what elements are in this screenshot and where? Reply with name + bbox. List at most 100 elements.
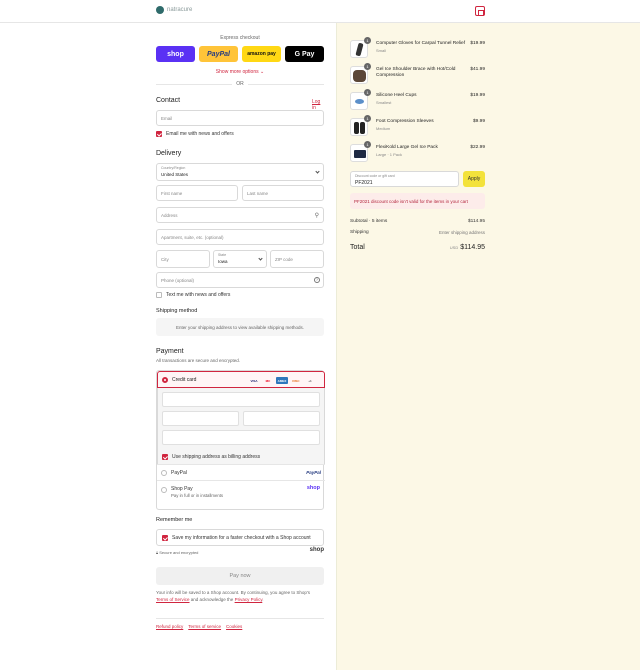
save-info-label: Save my information for a faster checkou… xyxy=(172,535,311,541)
currency-code: USD xyxy=(449,245,459,250)
item-price: $19.99 xyxy=(470,93,485,98)
quantity-badge: 1 xyxy=(364,89,371,96)
remember-box: Save my information for a faster checkou… xyxy=(156,529,324,546)
email-news-label: Email me with news and offers xyxy=(166,131,234,137)
shop-pay-radio[interactable] xyxy=(161,487,167,493)
chevron-down-icon: ⌄ xyxy=(260,69,265,75)
shop-pay-logo: shop xyxy=(306,485,320,491)
privacy-link[interactable]: Privacy Policy xyxy=(235,597,263,602)
country-select[interactable]: Country/Region United States xyxy=(156,163,324,181)
last-name-placeholder: Last name xyxy=(247,190,269,196)
address-field[interactable]: Address ⚲ xyxy=(156,207,324,223)
item-variant: Large · 1 Pack xyxy=(376,152,403,157)
item-price: $19.99 xyxy=(470,41,485,46)
paypal-radio[interactable] xyxy=(161,470,167,476)
apartment-placeholder: Apartment, suite, etc. (optional) xyxy=(161,234,224,240)
credit-card-radio[interactable] xyxy=(162,377,168,383)
billing-row: Use shipping address as billing address xyxy=(157,450,325,464)
legal-text: Your info will be saved to a Shop accoun… xyxy=(156,589,324,603)
email-field[interactable]: Email xyxy=(156,110,324,126)
search-icon: ⚲ xyxy=(314,213,319,219)
subtotal-value: $114.95 xyxy=(468,219,485,224)
paypal-option[interactable]: PayPal PayPal xyxy=(157,464,325,480)
item-variant: Medium xyxy=(376,126,391,131)
zip-field[interactable]: ZIP code xyxy=(270,250,324,268)
card-number-field[interactable] xyxy=(162,392,320,407)
first-name-field[interactable]: First name xyxy=(156,185,238,201)
subtotal-row: Subtotal · 5 items $114.95 xyxy=(350,219,485,224)
store-logo[interactable]: natracure xyxy=(156,6,192,14)
city-placeholder: City xyxy=(161,256,169,262)
save-info-checkbox[interactable] xyxy=(162,535,168,541)
payment-subtitle: All transactions are secure and encrypte… xyxy=(156,358,241,363)
order-summary: 1 Computer Gloves for Carpal Tunnel Reli… xyxy=(336,23,640,670)
name-on-card-field[interactable] xyxy=(162,430,320,445)
cart-bag-icon[interactable] xyxy=(475,6,485,16)
help-icon[interactable]: ? xyxy=(314,277,320,283)
contact-heading: Contact xyxy=(156,97,181,104)
state-select[interactable]: State Iowa xyxy=(213,250,267,268)
country-value: United States xyxy=(161,172,189,177)
subtotal-label: Subtotal · 5 items xyxy=(350,219,388,224)
mastercard-icon: MC xyxy=(265,378,271,383)
country-label: Country/Region xyxy=(161,166,186,170)
refund-policy-link[interactable]: Refund policy xyxy=(156,624,183,629)
city-field[interactable]: City xyxy=(156,250,210,268)
discount-error: PF2021 discount code isn't valid for the… xyxy=(350,193,485,209)
pay-now-button[interactable]: Pay now xyxy=(156,567,324,585)
show-more-label: Show more options xyxy=(215,69,259,75)
text-news-checkbox[interactable] xyxy=(156,292,162,298)
state-value: Iowa xyxy=(218,259,228,264)
shop-pay-option[interactable]: Shop Pay Pay in full or in installments … xyxy=(157,480,325,510)
or-divider: OR xyxy=(156,81,324,87)
shipping-method-heading: Shipping method xyxy=(156,308,198,314)
discount-code-input[interactable]: Discount code or gift card PF2021 xyxy=(350,171,459,187)
amazon-pay-button[interactable]: amazon pay xyxy=(242,46,281,62)
shipping-row: Shipping Enter shipping address xyxy=(350,230,485,235)
phone-field[interactable]: Phone (optional) ? xyxy=(156,272,324,288)
discount-value: PF2021 xyxy=(355,180,373,186)
total-value: $114.95 xyxy=(460,244,485,251)
show-more-options-link[interactable]: Show more options ⌄ xyxy=(156,69,324,75)
card-brands: VISA MC AMEX DISC +1 xyxy=(248,377,316,384)
shop-pay-label: Shop Pay xyxy=(171,486,193,492)
terms-of-service-link[interactable]: Terms of service xyxy=(188,624,221,629)
credit-card-option[interactable]: Credit card VISA MC AMEX DISC +1 xyxy=(157,371,325,388)
chevron-down-icon xyxy=(315,169,320,174)
paypal-button[interactable]: PayPal xyxy=(199,46,238,62)
total-amount: USD $114.95 xyxy=(450,244,485,251)
item-price: $41.99 xyxy=(470,67,485,72)
total-label: Total xyxy=(350,244,365,251)
cart-item: 1 Foot Compression Sleeves Medium $9.99 xyxy=(350,115,485,138)
cookies-link[interactable]: Cookies xyxy=(226,624,242,629)
terms-link[interactable]: Terms of Service xyxy=(156,597,190,602)
more-cards-badge: +1 xyxy=(308,378,312,383)
email-news-checkbox[interactable] xyxy=(156,131,162,137)
quantity-badge: 1 xyxy=(364,37,371,44)
remember-me-heading: Remember me xyxy=(156,517,193,523)
phone-placeholder: Phone (optional) xyxy=(161,277,195,283)
shop-pay-button[interactable]: shop xyxy=(156,46,195,62)
last-name-field[interactable]: Last name xyxy=(242,185,324,201)
or-text: OR xyxy=(232,81,248,87)
zip-placeholder: ZIP code xyxy=(275,256,293,262)
item-name: FlexiKold Large Gel Ice Pack xyxy=(376,145,438,150)
card-details-panel xyxy=(157,388,325,450)
paypal-logo: PayPal xyxy=(306,470,321,475)
apartment-field[interactable]: Apartment, suite, etc. (optional) xyxy=(156,229,324,245)
cart-item: 1 Computer Gloves for Carpal Tunnel Reli… xyxy=(350,37,485,60)
legal-line: Your info will be saved to a Shop accoun… xyxy=(156,590,311,595)
item-name: Gel Ice Shoulder Brace with Hot/Cold Com… xyxy=(376,67,456,78)
logo-text: natracure xyxy=(167,7,193,13)
billing-same-checkbox[interactable] xyxy=(162,454,168,460)
total-row: Total USD $114.95 xyxy=(350,244,485,251)
apply-discount-button[interactable]: Apply xyxy=(463,171,485,187)
google-pay-button[interactable]: G Pay xyxy=(285,46,324,62)
expiry-field[interactable] xyxy=(162,411,239,426)
item-price: $9.99 xyxy=(472,119,485,124)
shipping-value: Enter shipping address xyxy=(438,230,485,235)
first-name-placeholder: First name xyxy=(161,190,183,196)
quantity-badge: 1 xyxy=(364,141,371,148)
security-code-field[interactable] xyxy=(243,411,320,426)
visa-icon: VISA xyxy=(250,378,258,383)
